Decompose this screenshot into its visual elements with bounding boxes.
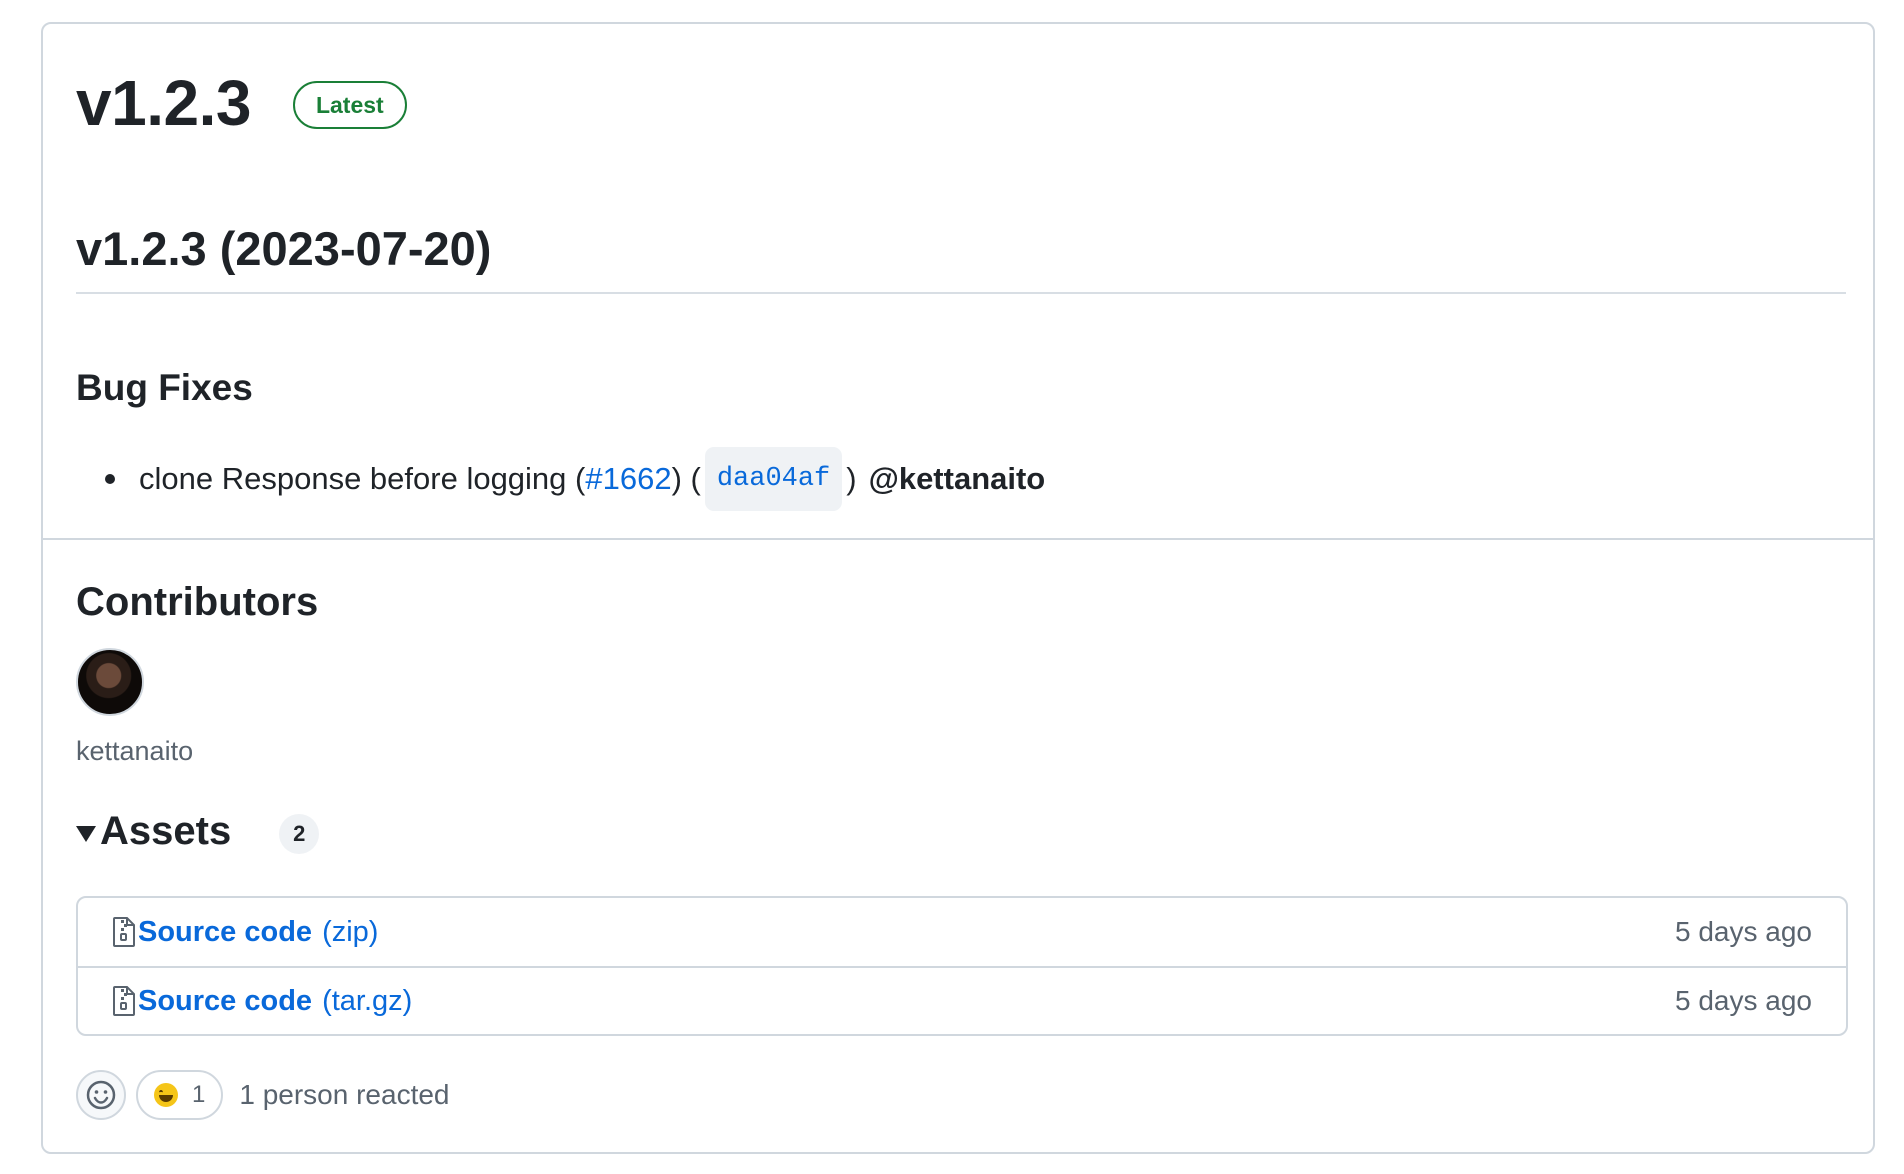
bug-fix-list: clone Response before logging (#1662) (d… xyxy=(105,447,1045,511)
asset-name: Source code xyxy=(138,915,313,948)
user-mention[interactable]: @kettanaito xyxy=(869,453,1046,505)
asset-link[interactable]: Source code (tar.gz) xyxy=(112,985,412,1018)
assets-heading: Assets xyxy=(100,808,232,853)
bullet-icon xyxy=(105,474,115,484)
commit-link[interactable]: daa04af xyxy=(704,447,843,511)
release-notes-heading: v1.2.3 (2023-07-20) xyxy=(76,221,1846,294)
caret-down-icon xyxy=(76,826,96,842)
release-card: v1.2.3 Latest v1.2.3 (2023-07-20) Bug Fi… xyxy=(41,22,1875,1154)
add-reaction-button[interactable] xyxy=(76,1070,126,1120)
item-text-after: ) xyxy=(846,461,857,496)
file-zip-icon xyxy=(113,917,135,947)
asset-date: 5 days ago xyxy=(1675,985,1812,1016)
bug-fixes-heading: Bug Fixes xyxy=(76,367,253,408)
pr-link[interactable]: #1662 xyxy=(585,453,671,505)
asset-ext: (tar.gz) xyxy=(322,984,413,1017)
assets-toggle[interactable]: Assets 2 xyxy=(76,808,320,854)
item-text: clone Response before logging ( xyxy=(139,461,586,496)
laugh-emoji-icon xyxy=(154,1083,178,1107)
release-body: v1.2.3 Latest v1.2.3 (2023-07-20) Bug Fi… xyxy=(43,24,1873,540)
release-header: v1.2.3 Latest xyxy=(76,66,407,140)
contributors-heading: Contributors xyxy=(76,580,319,624)
avatar[interactable] xyxy=(76,648,144,716)
assets-count-badge: 2 xyxy=(279,814,320,854)
file-zip-icon xyxy=(113,986,135,1016)
reactions-bar: 1 1 person reacted xyxy=(76,1070,450,1120)
asset-row: Source code (zip) 5 days ago xyxy=(78,898,1846,966)
asset-row: Source code (tar.gz) 5 days ago xyxy=(78,966,1846,1034)
asset-date: 5 days ago xyxy=(1675,916,1812,947)
assets-list: Source code (zip) 5 days ago Source code xyxy=(76,896,1848,1036)
smiley-icon xyxy=(86,1080,116,1110)
reaction-count: 1 xyxy=(192,1081,206,1108)
asset-ext: (zip) xyxy=(322,915,379,948)
contributor-name[interactable]: kettanaito xyxy=(76,736,193,767)
item-text-mid: ) ( xyxy=(671,461,701,496)
release-footer: Contributors kettanaito Assets 2 Source … xyxy=(43,540,1873,1152)
release-title[interactable]: v1.2.3 xyxy=(76,66,251,140)
latest-badge: Latest xyxy=(292,81,407,129)
laugh-reaction-button[interactable]: 1 xyxy=(136,1070,224,1120)
reaction-summary: 1 person reacted xyxy=(239,1079,450,1110)
asset-link[interactable]: Source code (zip) xyxy=(112,916,378,949)
asset-name: Source code xyxy=(138,984,313,1017)
list-item: clone Response before logging (#1662) (d… xyxy=(105,447,1045,511)
